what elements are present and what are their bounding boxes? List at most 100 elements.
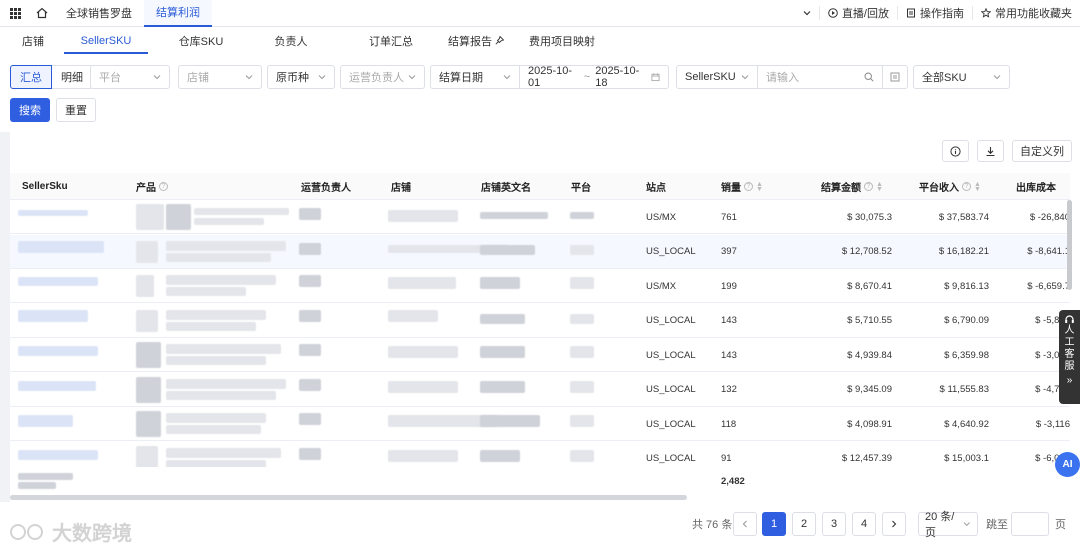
subtab-owner[interactable]: 负责人 — [246, 27, 336, 54]
col-operator: 运营负责人 — [301, 183, 351, 194]
table-row[interactable]: US/MX 761 $ 30,075.3 $ 37,583.74 $ -26,840 — [10, 200, 1070, 234]
search-input[interactable]: 请输入 — [757, 65, 883, 89]
sort-icon[interactable]: ▲ ▼ — [756, 181, 763, 193]
detail-toggle[interactable]: 明细 — [52, 65, 93, 89]
help-icon[interactable]: ? — [864, 182, 873, 191]
page-size-select[interactable]: 20 条/页 — [918, 511, 978, 539]
help-icon[interactable]: ? — [962, 182, 971, 191]
headset-icon — [1065, 315, 1074, 323]
redacted-text — [480, 277, 520, 289]
vertical-scrollbar[interactable] — [1067, 200, 1072, 290]
cell-site: US_LOCAL — [646, 246, 696, 257]
table-row[interactable]: US_LOCAL 397 $ 12,708.52 $ 16,182.21 $ -8,64… — [10, 234, 1070, 269]
watermark-text: 大数跨境 — [52, 523, 132, 545]
chevron-down-icon — [993, 75, 1001, 80]
top-navigation-bar: 全球销售罗盘 结算利润 直播/回放 操作指南 常用功能收藏夹 — [0, 0, 1080, 27]
date-type-select[interactable]: 结算日期 — [430, 65, 520, 89]
col-sales-label: 销量 — [721, 183, 741, 194]
redacted-text — [166, 425, 261, 434]
operation-guide-link[interactable]: 操作指南 — [897, 6, 972, 20]
tab-global-sales-compass[interactable]: 全球销售罗盘 — [54, 0, 144, 27]
service-char: 人 — [1064, 325, 1075, 336]
currency-select[interactable]: 原币种 — [267, 65, 335, 89]
table-row[interactable]: US_LOCAL 143 $ 4,939.84 $ 6,359.98 $ -3,087 — [10, 338, 1070, 372]
redacted-text — [480, 212, 548, 219]
subtab-settlement-report[interactable]: 结算报告 — [446, 27, 506, 54]
table-row[interactable]: US_LOCAL 132 $ 9,345.09 $ 11,555.83 $ -4,761 — [10, 372, 1070, 407]
cell-sales: 118 — [721, 418, 737, 430]
help-icon[interactable]: ? — [159, 182, 168, 191]
redacted-text — [388, 309, 438, 322]
table-row[interactable]: US_LOCAL 118 $ 4,098.91 $ 4,640.92 $ -3,116 — [10, 407, 1070, 441]
home-icon[interactable] — [30, 0, 54, 27]
redacted-text — [480, 244, 535, 255]
subtab-expense-mapping[interactable]: 费用项目映射 — [506, 27, 618, 54]
prev-page-button[interactable] — [733, 512, 757, 536]
cell-sales: 761 — [721, 211, 737, 223]
favorites-link[interactable]: 常用功能收藏夹 — [972, 6, 1080, 20]
col-platform-income[interactable]: 平台收入? ▲ ▼ — [919, 173, 981, 200]
download-button[interactable] — [977, 140, 1004, 162]
next-page-button[interactable] — [882, 512, 906, 536]
redacted-text — [18, 380, 96, 391]
chevron-down-icon — [408, 75, 416, 80]
reset-button[interactable]: 重置 — [56, 98, 96, 122]
jump-page-input[interactable] — [1011, 512, 1049, 536]
sku-scope-select[interactable]: 全部SKU — [913, 65, 1010, 89]
sort-icon[interactable]: ▲ ▼ — [876, 181, 883, 193]
sort-icon[interactable]: ▲ ▼ — [974, 181, 981, 193]
subtab-warehouse-sku[interactable]: 仓库SKU — [156, 27, 246, 54]
cell-settle-amount: $ 4,098.91 — [847, 418, 892, 430]
watermark-logo: 大数跨境 — [8, 517, 132, 546]
table-row[interactable]: US_LOCAL 143 $ 5,710.55 $ 6,790.09 $ -5,875 — [10, 303, 1070, 338]
page-1-button[interactable]: 1 — [762, 512, 786, 536]
cell-platform-income: $ 4,640.92 — [944, 418, 989, 430]
service-char: 工 — [1064, 337, 1075, 348]
chevron-down-icon — [503, 75, 511, 80]
jump-label: 跳至 — [986, 519, 1008, 531]
summary-toggle[interactable]: 汇总 — [10, 65, 52, 89]
cell-settle-amount: $ 8,670.41 — [847, 280, 892, 292]
horizontal-scrollbar[interactable] — [10, 495, 687, 500]
play-circle-icon — [828, 8, 838, 18]
ai-assistant-button[interactable]: AI — [1055, 452, 1080, 477]
collapse-chevron-icon[interactable] — [795, 6, 819, 20]
live-replay-link[interactable]: 直播/回放 — [818, 6, 897, 20]
col-settle-amount[interactable]: 结算金额? ▲ ▼ — [821, 173, 883, 200]
table-row[interactable]: US/MX 199 $ 8,670.41 $ 9,816.13 $ -6,659.7 — [10, 269, 1070, 303]
redacted-text — [166, 321, 256, 331]
custom-columns-button[interactable]: 自定义列 — [1012, 140, 1072, 162]
chevron-left-icon — [742, 520, 747, 528]
batch-search-button[interactable] — [882, 65, 908, 89]
cell-platform-income: $ 6,790.09 — [944, 315, 989, 326]
chevron-down-icon — [741, 75, 749, 80]
tab-settlement-profit[interactable]: 结算利润 — [144, 0, 212, 27]
operator-select[interactable]: 运营负责人 — [340, 65, 425, 89]
info-button[interactable] — [942, 140, 969, 162]
redacted-text — [299, 447, 321, 460]
subtab-shop[interactable]: 店铺 — [10, 27, 56, 54]
help-icon[interactable]: ? — [744, 182, 753, 191]
page-3-button[interactable]: 3 — [822, 512, 846, 536]
search-icon — [864, 72, 874, 82]
cell-outbound-cost: $ -3,116 — [1035, 418, 1070, 430]
search-field-select[interactable]: SellerSKU — [676, 65, 758, 89]
cell-platform-income: $ 6,359.98 — [944, 349, 989, 361]
cell-site: US_LOCAL — [646, 349, 696, 361]
platform-select[interactable]: 平台 — [90, 65, 170, 89]
info-icon — [950, 145, 961, 157]
app-grid-icon[interactable] — [0, 0, 30, 27]
pagination: 共 76 条 1 2 3 4 20 条/页 跳至 页 — [0, 502, 1080, 550]
shop-select[interactable]: 店铺 — [178, 65, 262, 89]
subtab-sellersku[interactable]: SellerSKU — [56, 27, 156, 54]
table-toolbar: 自定义列 — [942, 140, 1072, 162]
search-button[interactable]: 搜索 — [10, 98, 50, 122]
customer-service-tab[interactable]: 人 工 客 服 » — [1059, 310, 1080, 404]
date-range-picker[interactable]: 2025-10-01 ~ 2025-10-18 — [519, 65, 669, 89]
settlement-report-label: 结算报告 — [448, 35, 492, 48]
redacted-text — [136, 411, 161, 437]
subtab-order-summary[interactable]: 订单汇总 — [336, 27, 446, 54]
page-2-button[interactable]: 2 — [792, 512, 816, 536]
page-4-button[interactable]: 4 — [852, 512, 876, 536]
col-sales[interactable]: 销量? ▲ ▼ — [721, 173, 763, 200]
